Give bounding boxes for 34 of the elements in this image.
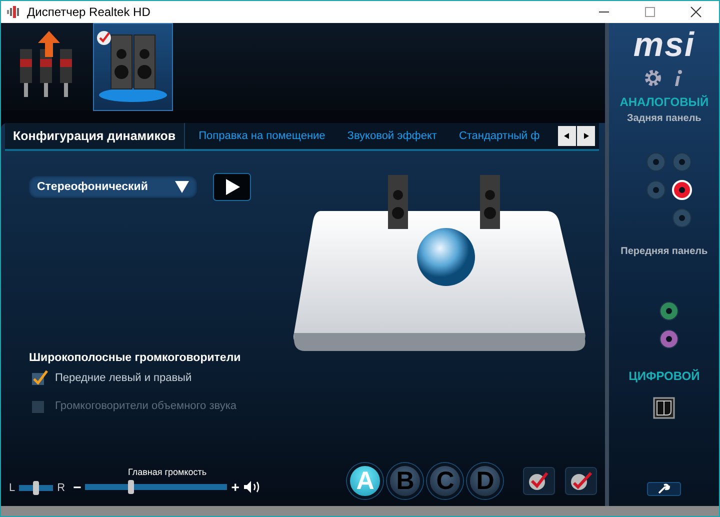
volume-label: Главная громкость	[128, 467, 207, 477]
tab[interactable]: Конфигурация динамиков	[5, 123, 185, 149]
device-tab[interactable]	[93, 23, 173, 111]
caret-icon	[175, 181, 189, 193]
scroll-right-icon[interactable]	[577, 126, 596, 146]
volume-icon[interactable]	[243, 480, 262, 494]
check-button[interactable]	[565, 467, 598, 495]
analog-heading: АНАЛОГОВЫЙ	[620, 95, 709, 109]
wrench-button[interactable]	[647, 482, 682, 496]
tab[interactable]: Поправка на помещение	[184, 123, 334, 149]
logo: msi	[633, 25, 695, 65]
speaker-config-dropdown[interactable]: Стереофонический	[29, 176, 197, 198]
window-title: Диспетчер Realtek HD	[27, 5, 150, 19]
digital-heading: ЦИФРОВОЙ	[628, 369, 700, 383]
balance-left-label: L	[9, 482, 16, 494]
optical-port-icon[interactable]	[653, 397, 676, 419]
speaker-icon	[7, 5, 21, 19]
settings-icon[interactable]	[644, 69, 662, 87]
tab[interactable]: Стандартный ф	[444, 123, 548, 149]
scroll-left-icon[interactable]	[558, 126, 576, 146]
checkbox-label: Передние левый и правый	[55, 372, 192, 384]
volume-minus-label: −	[73, 479, 82, 495]
volume-plus-label: +	[231, 479, 240, 495]
check-icon	[97, 31, 111, 45]
checkbox[interactable]	[31, 370, 49, 386]
balance-right-label: R	[57, 482, 66, 494]
section-heading: Широкополосные громкоговорители	[29, 352, 242, 364]
check-button[interactable]	[523, 467, 556, 495]
front-panel-label: Передняя панель	[620, 246, 708, 257]
rear-panel-label: Задняя панель	[626, 113, 702, 124]
checkbox-label: Громкоговорители объемного звука	[55, 400, 237, 412]
play-button[interactable]	[213, 173, 251, 201]
tab[interactable]: Звуковой эффект	[333, 123, 445, 149]
info-icon[interactable]	[672, 69, 684, 87]
